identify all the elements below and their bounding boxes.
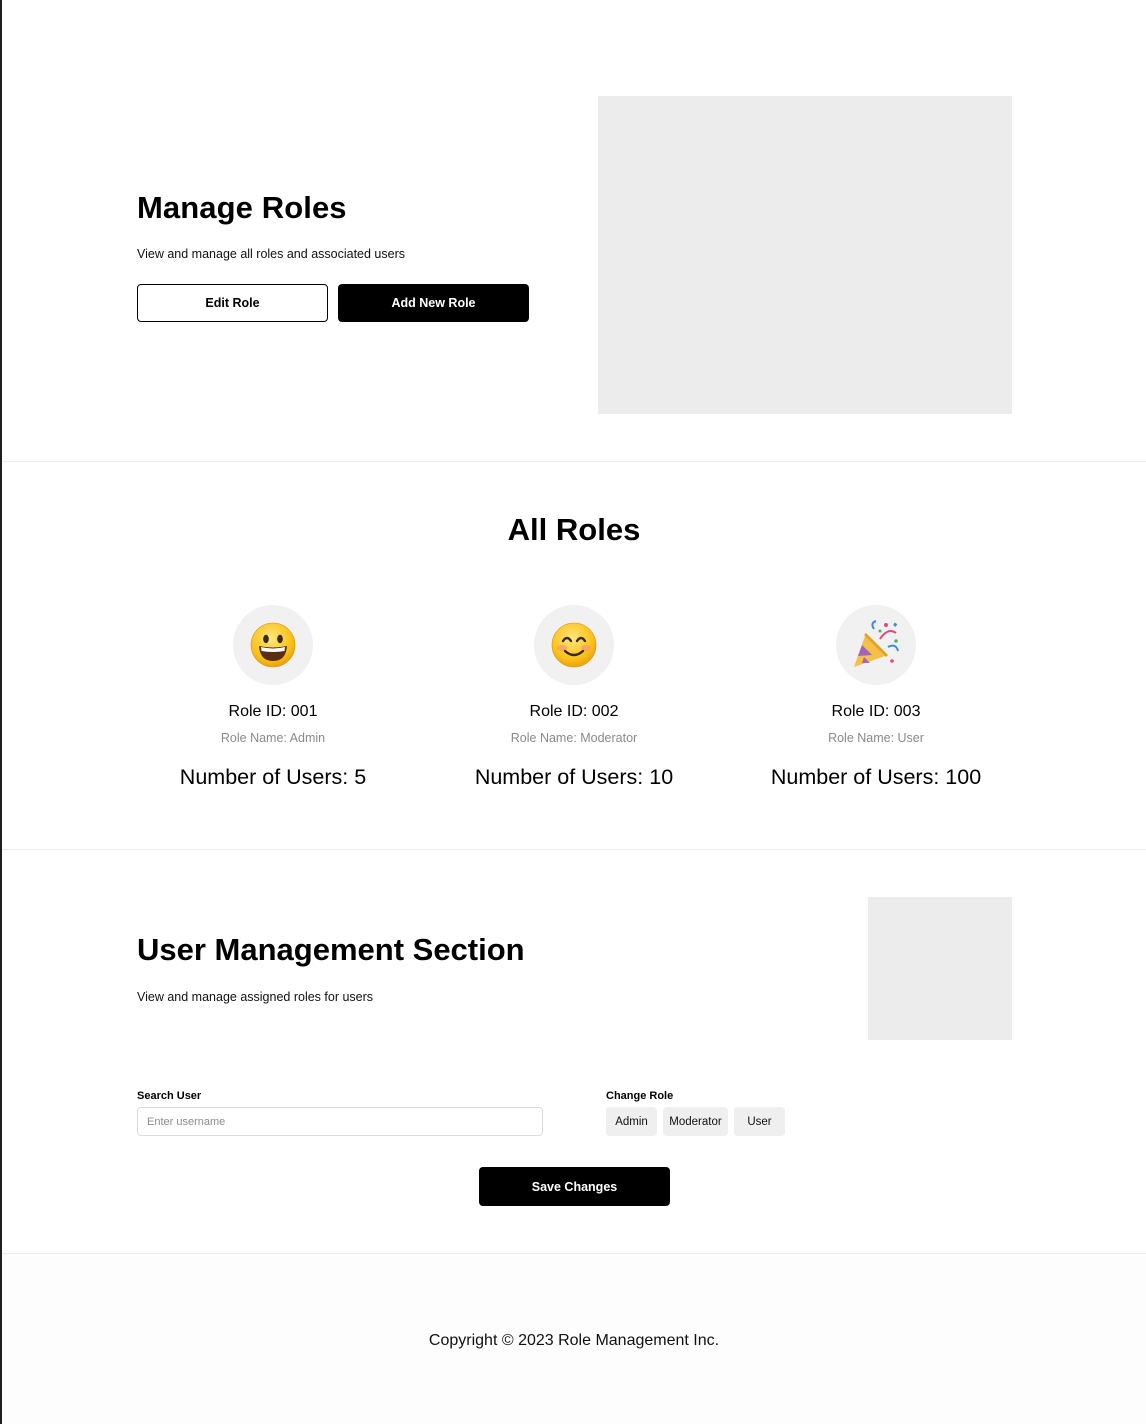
- role-option-user[interactable]: User: [734, 1107, 785, 1136]
- hero-image-placeholder: [598, 96, 1012, 414]
- role-card-admin: Role ID: 001 Role Name: Admin Number of …: [122, 605, 424, 790]
- smiling-face-icon: [534, 605, 614, 685]
- all-roles-section: All Roles Role ID: 001 Role Name: Admin …: [2, 462, 1146, 850]
- change-role-label: Change Role: [606, 1090, 674, 1102]
- party-popper-icon: [836, 605, 916, 685]
- role-option-moderator[interactable]: Moderator: [663, 1107, 728, 1136]
- search-user-input[interactable]: [137, 1107, 543, 1136]
- page: Manage Roles View and manage all roles a…: [0, 0, 1146, 1424]
- role-id-label: Role ID: 002: [529, 703, 619, 720]
- edit-role-button[interactable]: Edit Role: [137, 284, 328, 322]
- page-title: Manage Roles: [137, 190, 347, 225]
- role-id-label: Role ID: 003: [831, 703, 921, 720]
- role-name-label: Role Name: User: [828, 731, 924, 745]
- search-user-label: Search User: [137, 1090, 202, 1102]
- role-card-moderator: Role ID: 002 Role Name: Moderator Number…: [423, 605, 725, 790]
- role-option-admin[interactable]: Admin: [606, 1107, 657, 1136]
- role-id-label: Role ID: 001: [228, 703, 318, 720]
- role-name-label: Role Name: Admin: [220, 731, 326, 745]
- user-management-title: User Management Section: [137, 932, 525, 967]
- user-management-subtitle: View and manage assigned roles for users: [137, 990, 374, 1004]
- roles-section-title: All Roles: [507, 512, 641, 547]
- smiley-face-icon: [233, 605, 313, 685]
- role-user-count: Number of Users: 10: [474, 765, 674, 789]
- role-card-user: Role ID: 003 Role Name: User Number of U…: [725, 605, 1027, 790]
- page-subtitle: View and manage all roles and associated…: [137, 247, 405, 261]
- role-user-count: Number of Users: 100: [770, 765, 982, 789]
- user-management-section: User Management Section View and manage …: [2, 850, 1146, 1254]
- role-user-count: Number of Users: 5: [179, 765, 367, 789]
- save-changes-button[interactable]: Save Changes: [479, 1167, 670, 1206]
- hero-section: Manage Roles View and manage all roles a…: [2, 0, 1146, 462]
- copyright-text: Copyright © 2023 Role Management Inc.: [428, 1332, 720, 1349]
- footer: Copyright © 2023 Role Management Inc.: [2, 1254, 1146, 1424]
- add-new-role-button[interactable]: Add New Role: [338, 284, 529, 322]
- role-name-label: Role Name: Moderator: [510, 731, 638, 745]
- user-management-image-placeholder: [868, 897, 1012, 1040]
